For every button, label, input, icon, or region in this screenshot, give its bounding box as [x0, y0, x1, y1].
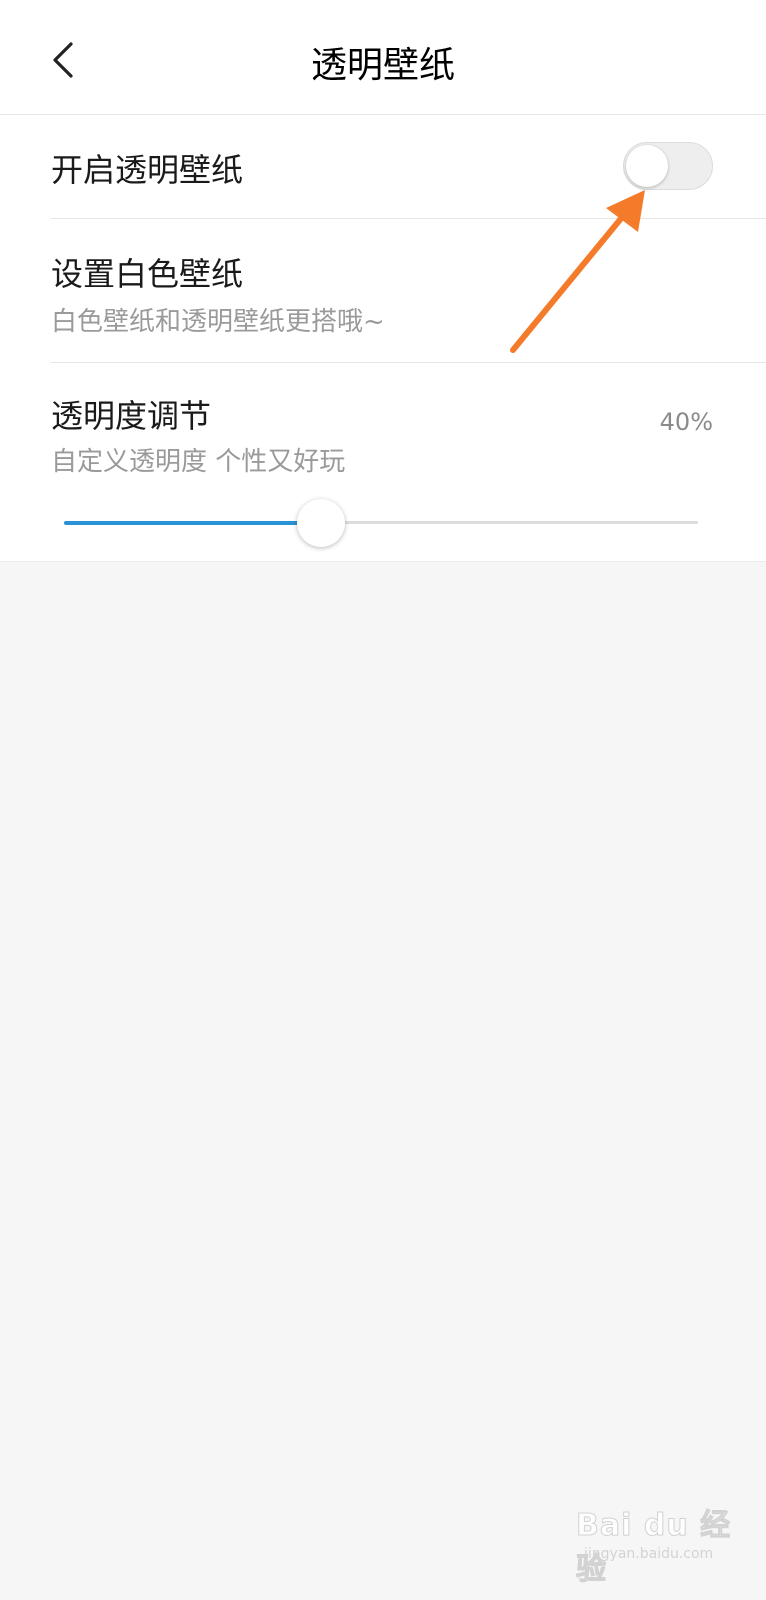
transparency-label: 透明度调节 [51, 397, 212, 435]
white-wallpaper-subtitle: 白色壁纸和透明壁纸更搭哦~ [51, 307, 385, 337]
page-title: 透明壁纸 [310, 45, 455, 86]
baidu-jingyan-watermark: Bai du 经验 jingyan.baidu.com [576, 1486, 746, 1588]
settings-list: 开启透明壁纸 设置白色壁纸 白色壁纸和透明壁纸更搭哦~ 透明度调节 自定义透明度… [0, 115, 766, 562]
slider-thumb[interactable] [296, 499, 345, 547]
toggle-knob [626, 145, 668, 187]
watermark-text: Bai du 经验 [576, 1508, 732, 1588]
watermark-sub: jingyan.baidu.com [584, 1546, 714, 1562]
transparency-value: 40% [659, 408, 713, 436]
transparency-subtitle: 自定义透明度 个性又好玩 [51, 447, 346, 477]
enable-transparent-toggle[interactable] [623, 142, 713, 190]
white-wallpaper-row[interactable]: 设置白色壁纸 白色壁纸和透明壁纸更搭哦~ [0, 219, 766, 362]
enable-transparent-label: 开启透明壁纸 [51, 151, 244, 189]
white-wallpaper-label: 设置白色壁纸 [51, 255, 244, 293]
enable-transparent-row[interactable]: 开启透明壁纸 [0, 115, 766, 218]
screen: 透明壁纸 开启透明壁纸 设置白色壁纸 白色壁纸和透明壁纸更搭哦~ 透明度调节 自… [0, 0, 766, 1600]
transparency-slider[interactable] [64, 493, 698, 553]
top-bar: 透明壁纸 [0, 0, 766, 115]
slider-fill [64, 521, 321, 525]
transparency-row: 透明度调节 自定义透明度 个性又好玩 40% [0, 363, 766, 561]
